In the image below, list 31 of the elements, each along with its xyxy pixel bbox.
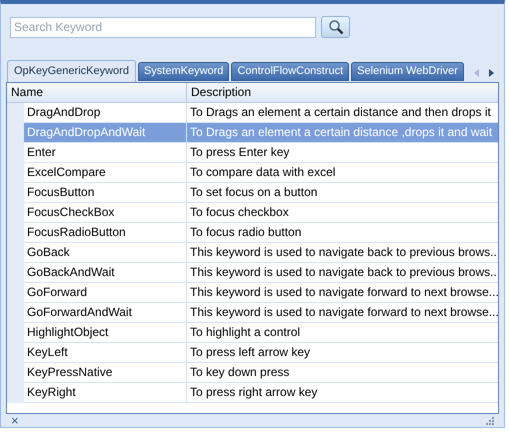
table-cell: FocusCheckBox	[24, 202, 187, 223]
table-cell: DragAndDrop	[24, 102, 187, 123]
scroll-right-icon[interactable]	[488, 68, 494, 77]
table-cell: FocusRadioButton	[24, 222, 187, 243]
table-cell: KeyPressNative	[24, 362, 187, 383]
column-header[interactable]: Name	[7, 82, 187, 102]
tab[interactable]: Selenium WebDriver	[351, 62, 464, 81]
table-cell: To Drags an element a certain distance ,drops it and wait	[187, 122, 498, 143]
tab[interactable]: OpKeyGenericKeyword	[7, 60, 136, 82]
row-header[interactable]	[7, 102, 24, 123]
table-cell: GoBackAndWait	[24, 262, 187, 283]
table-cell: GoForwardAndWait	[24, 302, 187, 323]
table-cell: ExcelCompare	[24, 162, 187, 183]
scroll-left-icon[interactable]	[474, 68, 479, 77]
table-cell: GoBack	[24, 242, 187, 263]
tab[interactable]: SystemKeyword	[138, 62, 230, 81]
table-cell: Enter	[24, 142, 187, 163]
search-field[interactable]: Search Keyword	[10, 16, 316, 38]
table-cell: GoForward	[24, 282, 187, 303]
table-cell: DragAndDropAndWait	[24, 122, 187, 143]
table-cell: FocusButton	[24, 182, 187, 203]
row-header[interactable]	[7, 382, 24, 403]
table-cell: KeyRight	[24, 382, 187, 403]
table-cell: KeyLeft	[24, 342, 187, 363]
column-header[interactable]: Description	[187, 82, 498, 102]
close-button[interactable]: ×	[11, 414, 19, 427]
tab[interactable]: ControlFlowConstruct	[231, 62, 350, 81]
table-cell: HighlightObject	[24, 322, 187, 343]
search-button[interactable]	[321, 16, 350, 38]
resize-grip-icon[interactable]	[485, 416, 494, 425]
search-icon	[328, 19, 344, 35]
